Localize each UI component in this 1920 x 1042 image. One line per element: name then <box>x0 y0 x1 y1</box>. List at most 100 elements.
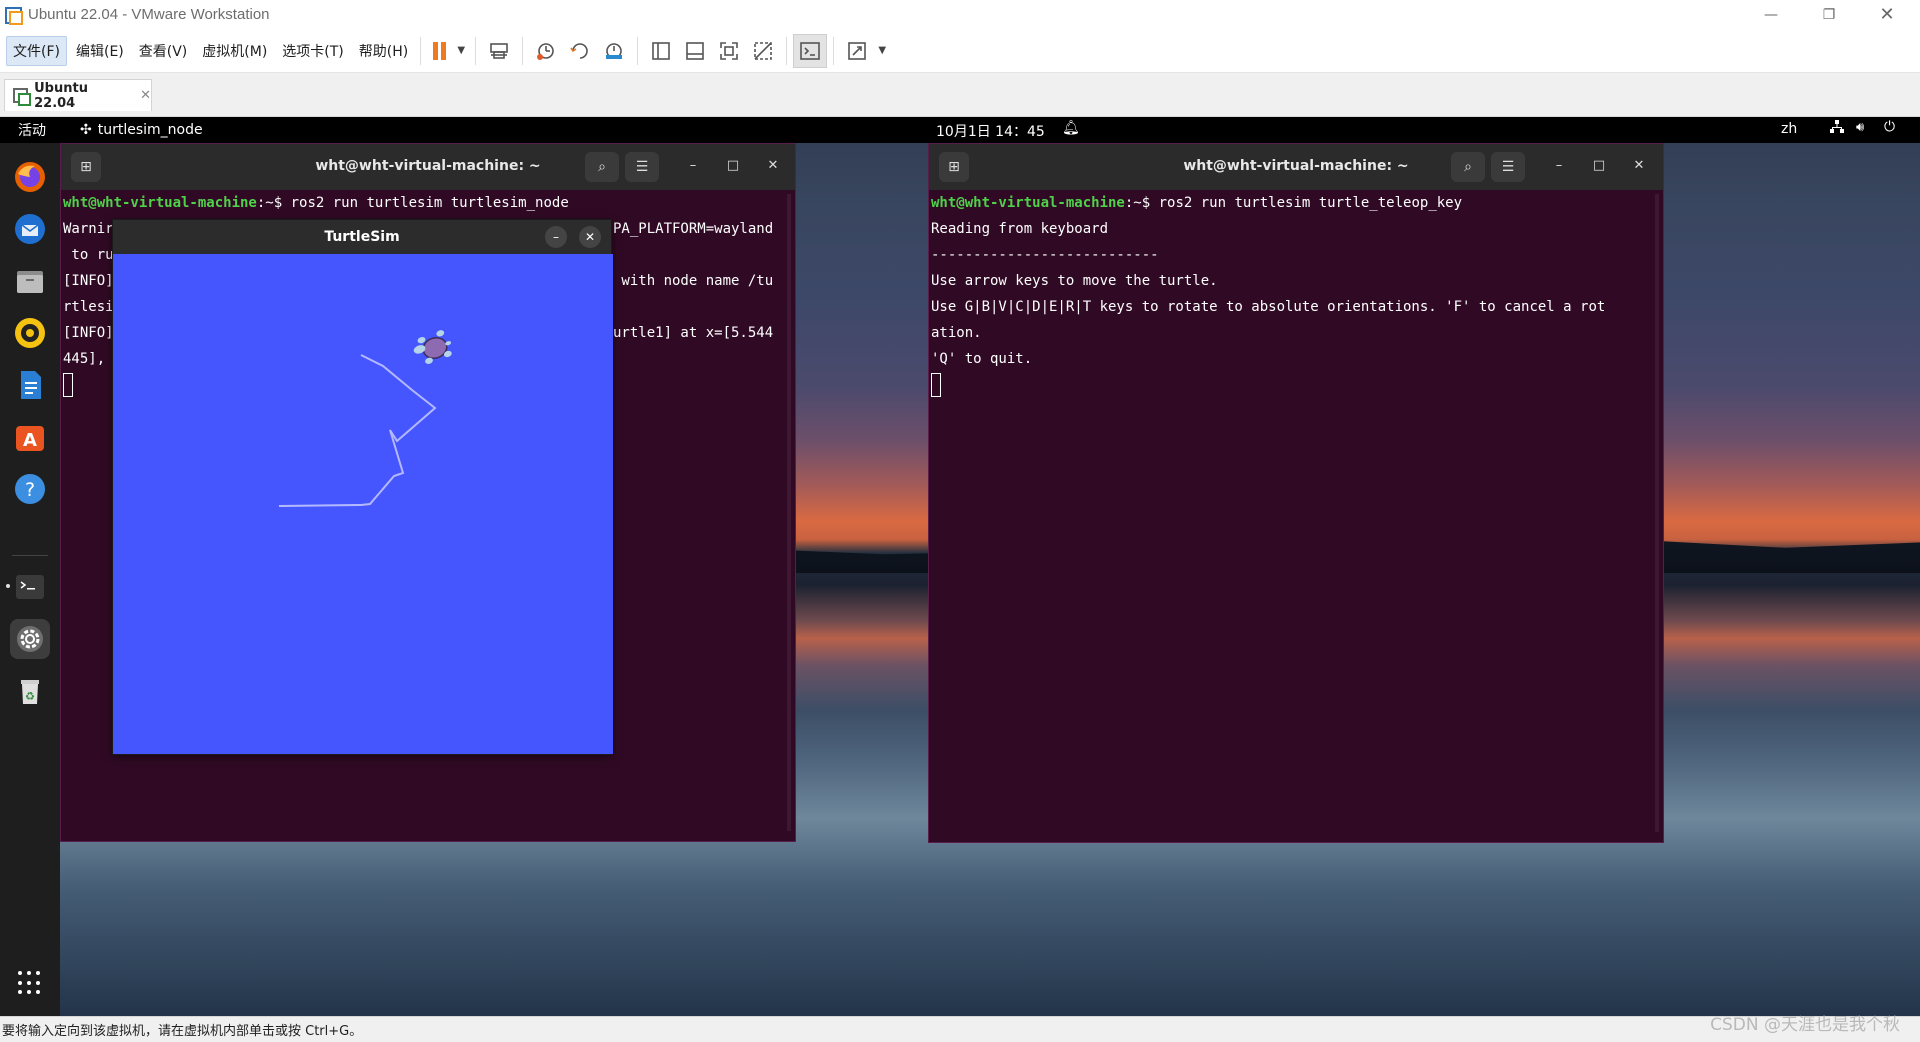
turtlesim-headerbar: TurtleSim – ✕ <box>113 220 611 254</box>
send-ctrl-alt-del-icon[interactable] <box>482 34 516 68</box>
text-cursor <box>931 373 941 397</box>
firefox-icon[interactable] <box>10 157 50 197</box>
restore-window-button[interactable]: ❐ <box>1800 0 1858 29</box>
rhythmbox-icon[interactable] <box>10 313 50 353</box>
menu-edit[interactable]: 编辑(E) <box>70 37 130 65</box>
hamburger-menu-icon[interactable]: ☰ <box>625 152 659 182</box>
turtle-trail <box>278 354 437 507</box>
toolbar-divider <box>786 36 788 65</box>
thumbnail-bar-icon[interactable] <box>678 34 712 68</box>
vmware-statusbar: 要将输入定向到该虚拟机，请在虚拟机内部单击或按 Ctrl+G。 <box>0 1016 1920 1042</box>
app-menu[interactable]: ✣ turtlesim_node <box>80 122 203 138</box>
network-icon[interactable] <box>1830 120 1844 138</box>
menu-help[interactable]: 帮助(H) <box>353 37 414 65</box>
terminal-line: --------------------------- <box>931 247 1159 263</box>
minimize-icon[interactable]: – <box>545 226 567 248</box>
close-icon[interactable]: ✕ <box>579 226 601 248</box>
terminal-headerbar: ⊞ wht@wht-virtual-machine: ~ ⌕ ☰ – □ ✕ <box>61 144 795 190</box>
app-menu-label: turtlesim_node <box>97 122 203 138</box>
turtlesim-drawing <box>278 330 452 507</box>
search-icon[interactable]: ⌕ <box>1451 152 1485 182</box>
power-icon[interactable]: ⏻ <box>1884 119 1895 135</box>
full-screen-icon[interactable] <box>712 34 746 68</box>
terminal-text: Warnir <box>63 221 114 237</box>
console-view-icon[interactable] <box>793 33 828 68</box>
app-indicator-icon: ✣ <box>80 122 92 138</box>
prompt-user: wht@wht-virtual-machine <box>63 195 257 211</box>
maximize-icon[interactable]: □ <box>1587 158 1611 173</box>
trash-icon[interactable]: ♻ <box>10 671 50 711</box>
terminal-scrollbar[interactable] <box>1655 194 1659 832</box>
app-center-icon[interactable]: A <box>10 417 50 457</box>
text-cursor <box>63 373 73 397</box>
input-method-indicator[interactable]: zh <box>1781 121 1797 137</box>
show-library-icon[interactable] <box>644 34 678 68</box>
terminal-text: PA_PLATFORM=wayland <box>613 221 774 237</box>
clock[interactable]: 10月1日 14：45 <box>936 121 1045 141</box>
help-icon[interactable]: ? <box>10 469 50 509</box>
stretch-guest-icon[interactable] <box>840 34 874 68</box>
prompt-user: wht@wht-virtual-machine <box>931 195 1125 211</box>
turtlesim-window[interactable]: TurtleSim – ✕ <box>112 219 613 755</box>
window-title: Ubuntu 22.04 - VMware Workstation <box>28 6 270 23</box>
tab-ubuntu[interactable]: Ubuntu 22.04 ✕ <box>4 79 152 111</box>
terminal-window-right[interactable]: ⊞ wht@wht-virtual-machine: ~ ⌕ ☰ – □ ✕ w… <box>928 143 1664 843</box>
minimize-window-button[interactable]: — <box>1742 0 1800 29</box>
close-tab-icon[interactable]: ✕ <box>140 88 151 103</box>
vmware-menubar: 文件(F) 编辑(E) 查看(V) 虚拟机(M) 选项卡(T) 帮助(H) ▼ … <box>0 29 1920 73</box>
maximize-icon[interactable]: □ <box>721 158 745 173</box>
settings-icon[interactable] <box>10 619 50 659</box>
search-icon[interactable]: ⌕ <box>585 152 619 182</box>
svg-text:?: ? <box>25 479 35 501</box>
toolbar-divider <box>522 36 524 65</box>
toolbar-divider <box>833 36 835 65</box>
snapshot-manager-icon[interactable] <box>597 34 631 68</box>
thunderbird-icon[interactable] <box>10 209 50 249</box>
vmware-tabbar: Ubuntu 22.04 ✕ <box>0 73 1920 117</box>
vmware-app-icon <box>4 6 23 25</box>
terminal-scrollbar[interactable] <box>787 194 791 831</box>
pause-vm-button[interactable] <box>427 34 453 68</box>
minimize-icon[interactable]: – <box>1547 158 1571 173</box>
minimize-icon[interactable]: – <box>681 158 705 173</box>
terminal-text: [INFO] <box>63 325 114 341</box>
snapshot-revert-icon[interactable] <box>563 34 597 68</box>
command-text: ros2 run turtlesim turtle_teleop_key <box>1158 195 1463 211</box>
notification-bell-icon[interactable]: 🔔︎ <box>1062 120 1080 136</box>
hamburger-menu-icon[interactable]: ☰ <box>1491 152 1525 182</box>
menu-vm[interactable]: 虚拟机(M) <box>196 37 273 65</box>
show-applications-icon[interactable] <box>18 971 42 995</box>
writer-icon[interactable] <box>10 365 50 405</box>
terminal-text: [INFO] <box>63 273 114 289</box>
terminal-icon[interactable] <box>6 567 50 607</box>
snapshot-take-icon[interactable] <box>529 34 563 68</box>
stretch-dropdown-icon[interactable]: ▼ <box>874 34 890 68</box>
terminal-line: Use G|B|V|C|D|E|R|T keys to rotate to ab… <box>931 299 1606 315</box>
terminal-line <box>931 372 1661 398</box>
power-dropdown-icon[interactable]: ▼ <box>453 34 469 68</box>
terminal-text: with node name /tu <box>613 273 774 289</box>
terminal-line: wht@wht-virtual-machine:~$ ros2 run turt… <box>931 190 1661 216</box>
terminal-line: wht@wht-virtual-machine:~$ ros2 run turt… <box>63 190 793 216</box>
close-icon[interactable]: ✕ <box>761 158 785 173</box>
prompt-suffix: :~$ <box>1124 195 1159 211</box>
close-window-button[interactable]: ✕ <box>1858 0 1916 29</box>
close-icon[interactable]: ✕ <box>1627 158 1651 173</box>
menu-view[interactable]: 查看(V) <box>133 37 194 65</box>
activities-button[interactable]: 活动 <box>18 120 46 140</box>
volume-icon[interactable]: 🔊︎ <box>1856 120 1864 135</box>
menu-file[interactable]: 文件(F) <box>6 35 67 66</box>
vm-tab-icon <box>13 87 32 106</box>
unity-mode-icon[interactable] <box>746 34 780 68</box>
guest-display[interactable]: 活动 ✣ turtlesim_node 10月1日 14：45 🔔︎ zh 🔊︎… <box>0 117 1920 1016</box>
menu-tabs[interactable]: 选项卡(T) <box>276 37 349 65</box>
gnome-top-bar: 活动 ✣ turtlesim_node 10月1日 14：45 🔔︎ zh 🔊︎… <box>0 117 1920 143</box>
toolbar-divider <box>637 36 639 65</box>
terminal-text: rtlesi <box>63 299 114 315</box>
terminal-output[interactable]: wht@wht-virtual-machine:~$ ros2 run turt… <box>929 190 1663 842</box>
terminal-headerbar: ⊞ wht@wht-virtual-machine: ~ ⌕ ☰ – □ ✕ <box>929 144 1663 190</box>
ubuntu-dock: A ? ♻ <box>0 143 60 1016</box>
files-icon[interactable] <box>10 261 50 301</box>
terminal-line: Use arrow keys to move the turtle. <box>931 273 1218 289</box>
terminal-text: urtle1] at x=[5.544 <box>613 325 774 341</box>
